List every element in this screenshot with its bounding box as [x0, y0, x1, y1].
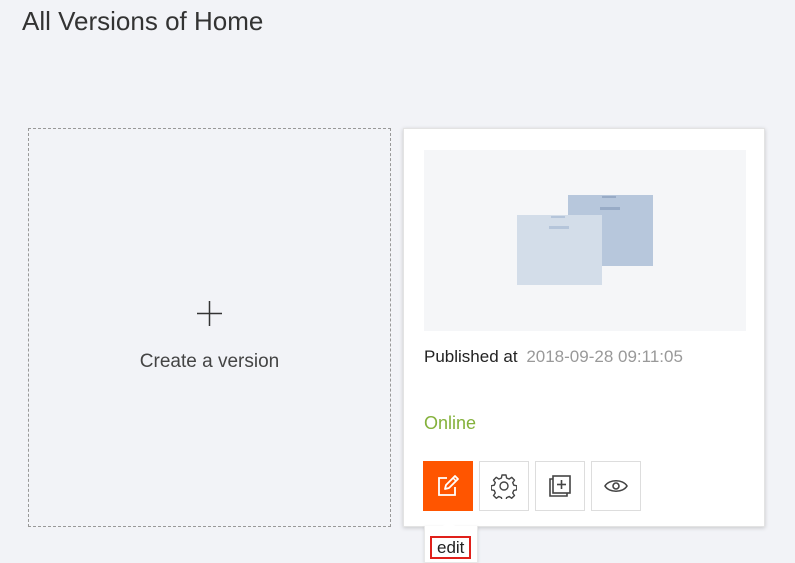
edit-tooltip: edit — [424, 520, 478, 563]
version-card: Published at 2018-09-28 09:11:05 Online — [403, 128, 765, 527]
document-stack-icon — [517, 195, 653, 285]
published-date: 2018-09-28 09:11:05 — [526, 347, 683, 366]
published-label: Published at — [424, 347, 518, 366]
copy-button[interactable] — [535, 461, 585, 511]
tooltip-arrow — [443, 520, 455, 526]
duplicate-icon — [549, 475, 571, 497]
eye-icon — [604, 479, 628, 493]
tooltip-label: edit — [430, 536, 472, 559]
status-badge: Online — [424, 413, 477, 433]
plus-icon — [197, 301, 222, 326]
edit-icon — [438, 475, 459, 496]
version-actions — [423, 461, 647, 511]
preview-button[interactable] — [591, 461, 641, 511]
version-thumbnail[interactable] — [424, 150, 746, 331]
published-info: Published at 2018-09-28 09:11:05 — [424, 347, 683, 367]
edit-button[interactable] — [423, 461, 473, 511]
page-title: All Versions of Home — [22, 6, 264, 36]
settings-button[interactable] — [479, 461, 529, 511]
gear-icon — [491, 474, 517, 499]
create-version-label: Create a version — [139, 351, 280, 372]
create-version-card[interactable]: Create a version — [28, 128, 391, 527]
